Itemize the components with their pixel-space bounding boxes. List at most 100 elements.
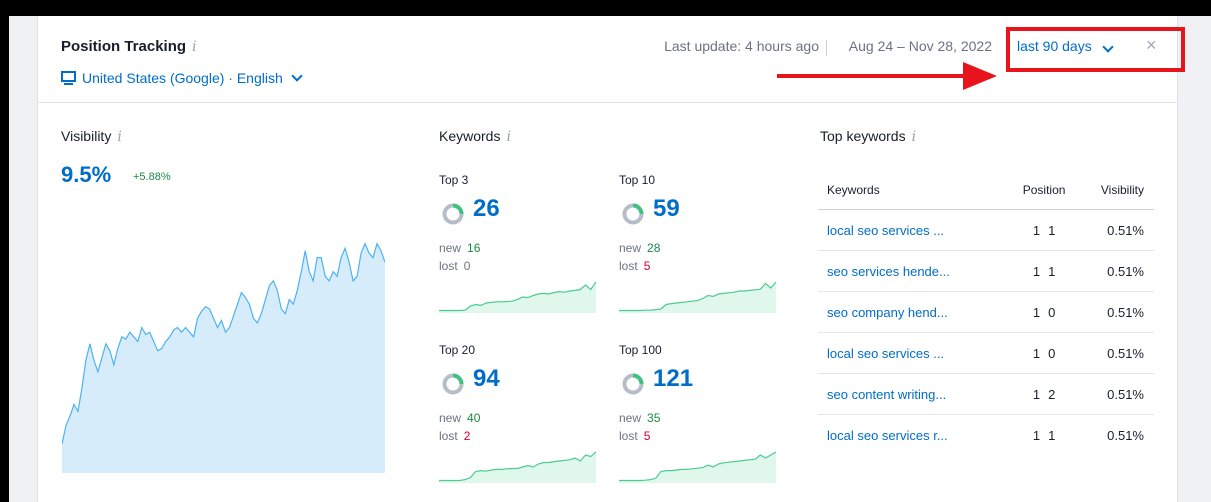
visibility-cell: 0.51% — [1075, 332, 1154, 374]
keyword-sparkline — [619, 451, 776, 483]
lost-label: lost — [619, 259, 638, 273]
column-header-visibility[interactable]: Visibility — [1075, 171, 1154, 210]
sparkline-area — [619, 282, 776, 313]
keyword-link[interactable]: seo services hende... — [818, 250, 1013, 292]
position-change: 2 — [1048, 386, 1056, 402]
new-label: new — [619, 241, 642, 255]
keyword-block[interactable]: Top 3 26 new 16 lost 0 — [439, 173, 599, 323]
keyword-block-value[interactable]: 59 — [653, 195, 680, 223]
keyword-sparkline — [439, 281, 596, 313]
visibility-cell: 0.51% — [1075, 291, 1154, 333]
divider — [826, 40, 827, 56]
visibility-change: +5.88% — [133, 171, 171, 183]
table-header-row: Keywords Position Visibility — [818, 171, 1154, 210]
info-icon[interactable]: i — [506, 129, 510, 145]
keyword-block[interactable]: Top 100 121 new 35 lost 5 — [619, 343, 779, 493]
lost-count[interactable]: 5 — [644, 259, 651, 273]
table-row: seo content writing... 1 2 0.51% — [818, 373, 1154, 415]
keyword-link[interactable]: local seo services ... — [818, 332, 1013, 374]
table-row: local seo services r... 1 1 0.51% — [818, 415, 1154, 456]
keywords-title: Keywords i — [439, 128, 511, 145]
keyword-link[interactable]: local seo services ... — [818, 209, 1013, 251]
visibility-cell: 0.51% — [1075, 250, 1154, 292]
keyword-block-value[interactable]: 26 — [473, 195, 500, 223]
position-value: 1 — [1032, 263, 1041, 279]
visibility-series-area — [62, 243, 385, 473]
visibility-cell: 0.51% — [1107, 427, 1144, 443]
top-keywords-table: Keywords Position Visibility local seo s… — [818, 171, 1154, 455]
keyword-block[interactable]: Top 10 59 new 28 lost 5 — [619, 173, 779, 323]
visibility-value: 9.5% — [61, 162, 112, 187]
table-row: local seo services ... 1 1 0.51% — [818, 209, 1154, 251]
keyword-sparkline — [619, 281, 776, 313]
last-update-text: Last update: 4 hours ago — [664, 38, 819, 54]
new-label: new — [439, 241, 462, 255]
new-count[interactable]: 35 — [647, 411, 660, 425]
arrow-annotation-icon — [777, 62, 997, 90]
donut-icon — [622, 373, 644, 395]
table-row: seo services hende... 1 1 0.51% — [818, 250, 1154, 292]
donut-icon — [622, 203, 644, 225]
donut-icon — [442, 373, 464, 395]
keyword-block[interactable]: Top 20 94 new 40 lost 2 — [439, 343, 599, 493]
keyword-block-label: Top 20 — [439, 343, 476, 357]
position-cell: 11 — [1013, 415, 1076, 456]
keyword-new-row: new 28 — [619, 241, 660, 255]
keyword-lost-row: lost 2 — [439, 429, 470, 443]
position-cell: 10 — [1012, 291, 1076, 333]
lost-label: lost — [439, 259, 458, 273]
lost-count[interactable]: 0 — [464, 259, 471, 273]
new-label: new — [619, 411, 642, 425]
keyword-block-value[interactable]: 94 — [473, 365, 500, 393]
info-icon[interactable]: i — [912, 129, 916, 145]
position-cell: 11 — [1012, 250, 1076, 292]
position-cell: 10 — [1012, 332, 1076, 374]
position-value: 1 — [1032, 427, 1041, 443]
position-change: 1 — [1048, 263, 1056, 279]
keyword-new-row: new 16 — [439, 241, 480, 255]
column-header-position[interactable]: Position — [1012, 171, 1076, 210]
new-label: new — [439, 411, 462, 425]
new-count[interactable]: 40 — [467, 411, 480, 425]
visibility-title: Visibility i — [61, 128, 122, 145]
visibility-area-chart[interactable] — [62, 238, 385, 473]
keyword-block-label: Top 10 — [619, 173, 656, 187]
position-change: 1 — [1048, 222, 1056, 238]
visibility-cell: 0.51% — [1075, 373, 1154, 415]
position-change: 0 — [1048, 304, 1056, 320]
keyword-link[interactable]: seo content writing... — [818, 373, 1013, 415]
visibility-cell: 0.51% — [1075, 209, 1154, 251]
date-range-text: Aug 24 – Nov 28, 2022 — [848, 38, 992, 54]
keyword-sparkline — [439, 451, 596, 483]
position-value: 1 — [1032, 345, 1041, 361]
keyword-link[interactable]: seo company hend... — [818, 291, 1013, 333]
position-cell: 12 — [1012, 373, 1076, 415]
new-count[interactable]: 16 — [467, 241, 480, 255]
lost-count[interactable]: 2 — [464, 429, 471, 443]
location-selector[interactable]: United States (Google) · English — [61, 70, 303, 86]
column-header-keywords[interactable]: Keywords — [818, 171, 1013, 210]
keyword-block-label: Top 100 — [619, 343, 662, 357]
new-count[interactable]: 28 — [647, 241, 660, 255]
table-row: seo company hend... 1 0 0.51% — [818, 291, 1154, 333]
lost-label: lost — [619, 429, 638, 443]
position-change: 0 — [1048, 345, 1056, 361]
desktop-icon — [61, 71, 76, 85]
sparkline-area — [439, 452, 596, 483]
lost-count[interactable]: 5 — [644, 429, 651, 443]
position-value: 1 — [1032, 222, 1041, 238]
sparkline-area — [439, 282, 596, 313]
position-value: 1 — [1032, 386, 1041, 402]
position-cell: 11 — [1012, 209, 1076, 251]
position-change: 1 — [1048, 427, 1056, 443]
position-value: 1 — [1032, 304, 1041, 320]
highlight-box-annotation — [1006, 27, 1185, 72]
keyword-block-value[interactable]: 121 — [653, 365, 693, 393]
keyword-new-row: new 35 — [619, 411, 660, 425]
info-icon[interactable]: i — [117, 129, 121, 145]
lost-label: lost — [439, 429, 458, 443]
keyword-link[interactable]: local seo services r... — [818, 415, 1013, 456]
keyword-lost-row: lost 5 — [619, 259, 650, 273]
top-keywords-title: Top keywords i — [820, 128, 917, 145]
keyword-new-row: new 40 — [439, 411, 480, 425]
